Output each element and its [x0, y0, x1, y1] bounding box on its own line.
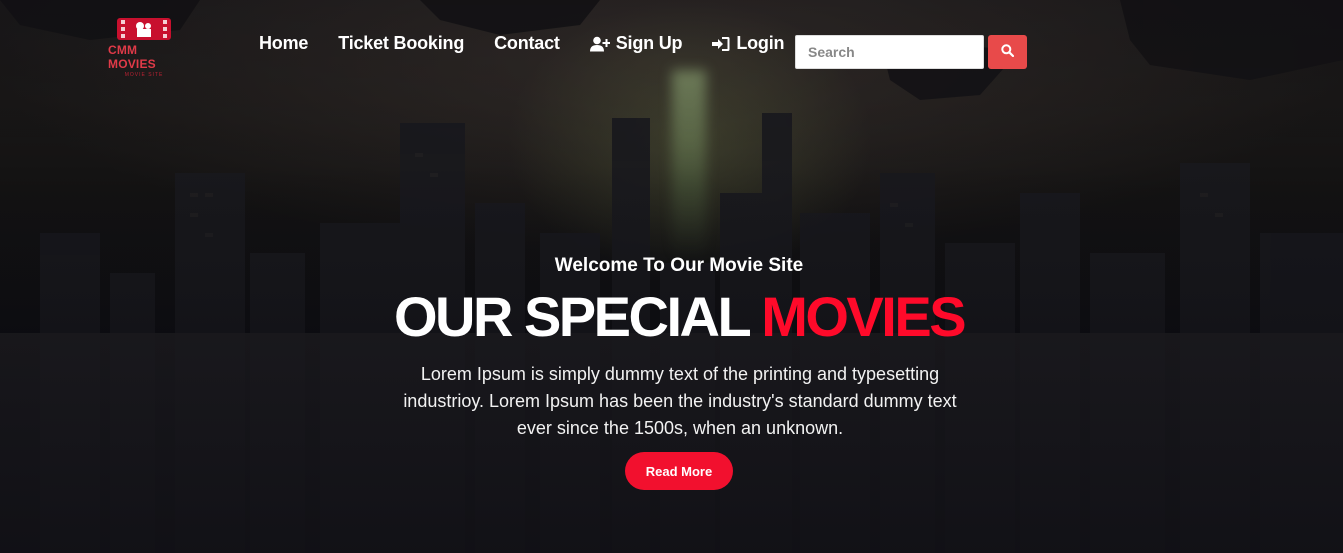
nav-contact-label: Contact [494, 33, 560, 53]
headline-accent: MOVIES [761, 285, 966, 348]
nav-home[interactable]: Home [259, 33, 308, 54]
user-plus-icon [589, 36, 610, 52]
nav-contact[interactable]: Contact [494, 33, 560, 54]
brand-logo[interactable]: CMM MOVIES MOVIE SITE [108, 18, 180, 78]
brand-name: CMM MOVIES [108, 43, 156, 71]
nav-login-label: Login [736, 33, 785, 53]
search-input[interactable] [795, 35, 984, 69]
welcome-text: Welcome To Our Movie Site [554, 255, 804, 276]
read-more-button[interactable]: Read More [625, 452, 733, 490]
main-nav: Home Ticket Booking Contact Sign Up Logi… [259, 33, 814, 54]
nav-login[interactable]: Login [712, 33, 784, 54]
film-camera-icon [117, 18, 171, 40]
nav-sign-up[interactable]: Sign Up [589, 33, 683, 54]
sign-in-icon [712, 36, 730, 52]
search-button[interactable] [988, 35, 1027, 69]
search-icon [1001, 44, 1015, 60]
nav-sign-up-label: Sign Up [615, 33, 683, 53]
headline-main: OUR SPECIAL [393, 285, 751, 348]
brand-tagline: MOVIE SITE [124, 72, 164, 78]
nav-home-label: Home [259, 33, 309, 53]
nav-ticket-booking-label: Ticket Booking [338, 33, 465, 53]
nav-ticket-booking[interactable]: Ticket Booking [338, 33, 464, 54]
hero-description: Lorem Ipsum is simply dummy text of the … [403, 364, 957, 438]
page-title: OUR SPECIAL MOVIES [0, 284, 1343, 350]
